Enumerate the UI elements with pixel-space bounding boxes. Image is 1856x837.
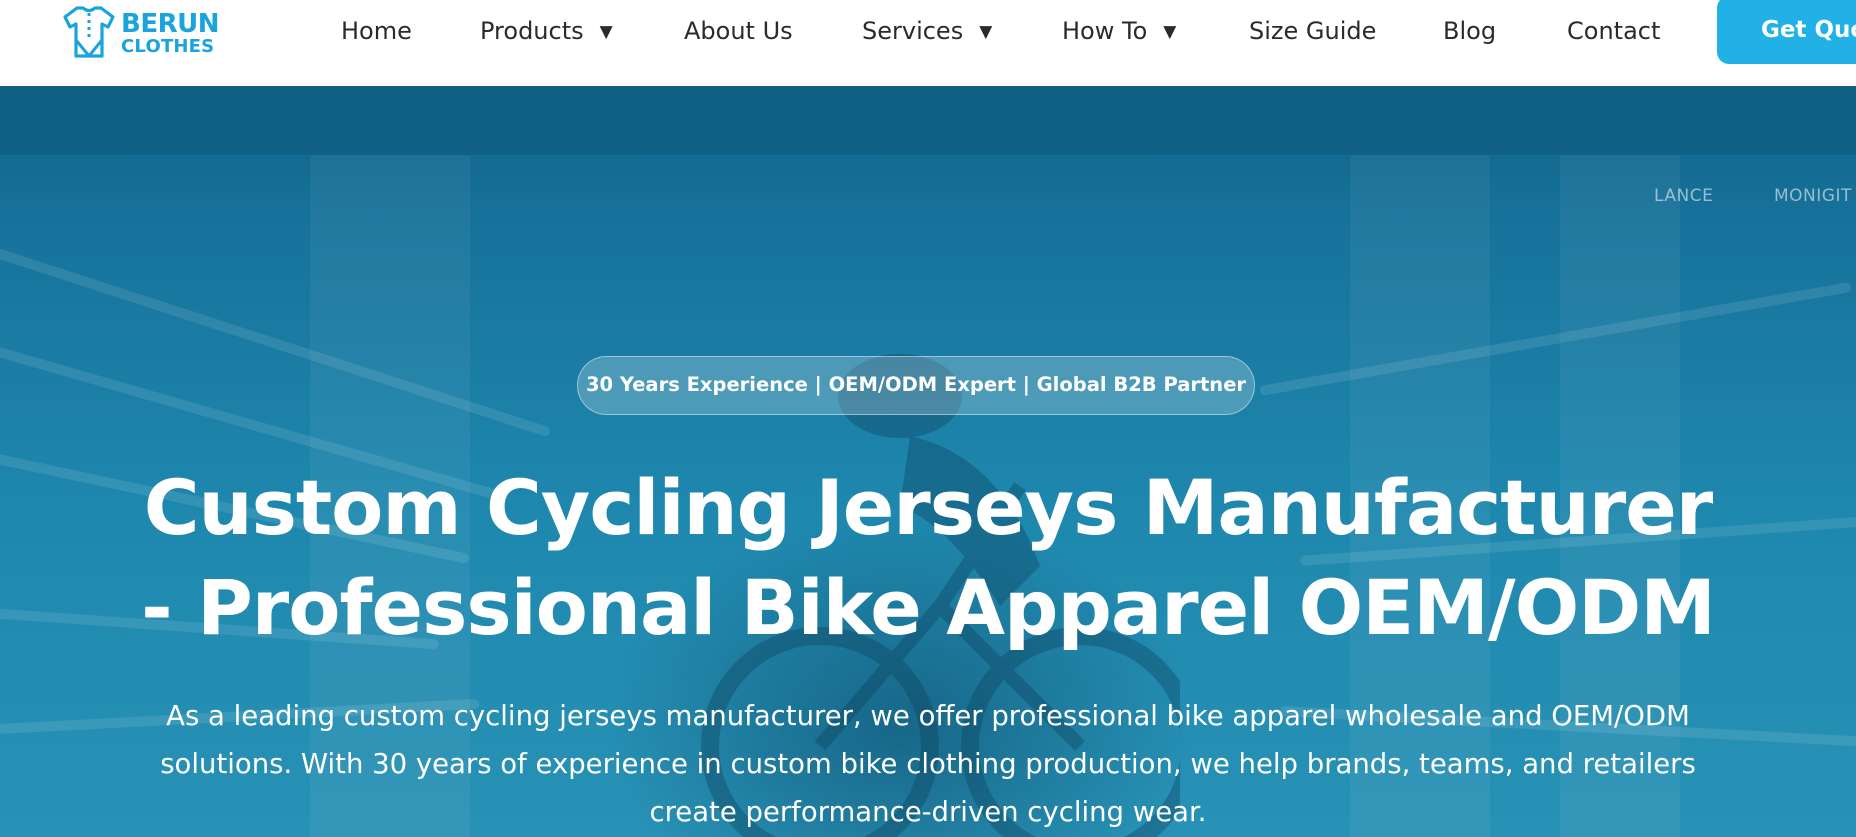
nav-about-us[interactable]: About Us — [684, 14, 793, 48]
chevron-down-icon: ▼ — [979, 22, 993, 42]
hero-title-line: - Professional Bike Apparel OEM/ODM — [141, 563, 1716, 652]
brand-name-line1: BERUN — [121, 9, 219, 39]
nav-contact-label: Contact — [1567, 17, 1661, 45]
nav-size-guide[interactable]: Size Guide — [1249, 14, 1376, 48]
nav-how-to-label: How To — [1062, 17, 1148, 45]
brand-logo[interactable]: BERUN CLOTHES — [62, 4, 222, 60]
nav-services-label: Services — [862, 17, 964, 45]
brand-name-line2: CLOTHES — [121, 36, 215, 57]
hero-description-line: solutions. With 30 years of experience i… — [160, 748, 1696, 780]
nav-blog-label: Blog — [1443, 17, 1497, 45]
nav-products[interactable]: Products ▼ — [480, 14, 613, 48]
get-quote-button[interactable]: Get Quote — [1717, 0, 1856, 64]
chevron-down-icon: ▼ — [599, 22, 613, 42]
background-sign-text: MONIGIT — [1774, 186, 1852, 206]
nav-products-label: Products — [480, 17, 584, 45]
site-header: BERUN CLOTHES Home Products ▼ About Us Se… — [0, 0, 1856, 86]
hero-title: Custom Cycling Jerseys Manufacturer - Pr… — [28, 458, 1828, 658]
motion-streak — [1259, 281, 1852, 396]
hero-title-line: Custom Cycling Jerseys Manufacturer — [143, 463, 1714, 552]
hero-description-line: As a leading custom cycling jerseys manu… — [166, 700, 1690, 732]
background-sign-text: LANCE — [1654, 186, 1714, 206]
nav-blog[interactable]: Blog — [1443, 14, 1496, 48]
nav-about-us-label: About Us — [684, 17, 793, 45]
hero-section: LANCE MONIGIT 30 Years Experience | OEM/… — [0, 86, 1856, 837]
shirt-icon — [63, 6, 115, 58]
nav-contact[interactable]: Contact — [1567, 14, 1660, 48]
chevron-down-icon: ▼ — [1163, 22, 1177, 42]
nav-services[interactable]: Services ▼ — [862, 14, 992, 48]
brand-wordmark: BERUN CLOTHES — [121, 11, 219, 56]
hero-top-band — [0, 86, 1856, 155]
hero-description-line: create performance-driven cycling wear. — [649, 796, 1207, 828]
nav-size-guide-label: Size Guide — [1249, 17, 1377, 45]
hero-description: As a leading custom cycling jerseys manu… — [78, 692, 1778, 836]
nav-home[interactable]: Home — [341, 14, 412, 48]
nav-how-to[interactable]: How To ▼ — [1062, 14, 1176, 48]
nav-home-label: Home — [341, 17, 412, 45]
experience-badge: 30 Years Experience | OEM/ODM Expert | G… — [577, 356, 1255, 415]
